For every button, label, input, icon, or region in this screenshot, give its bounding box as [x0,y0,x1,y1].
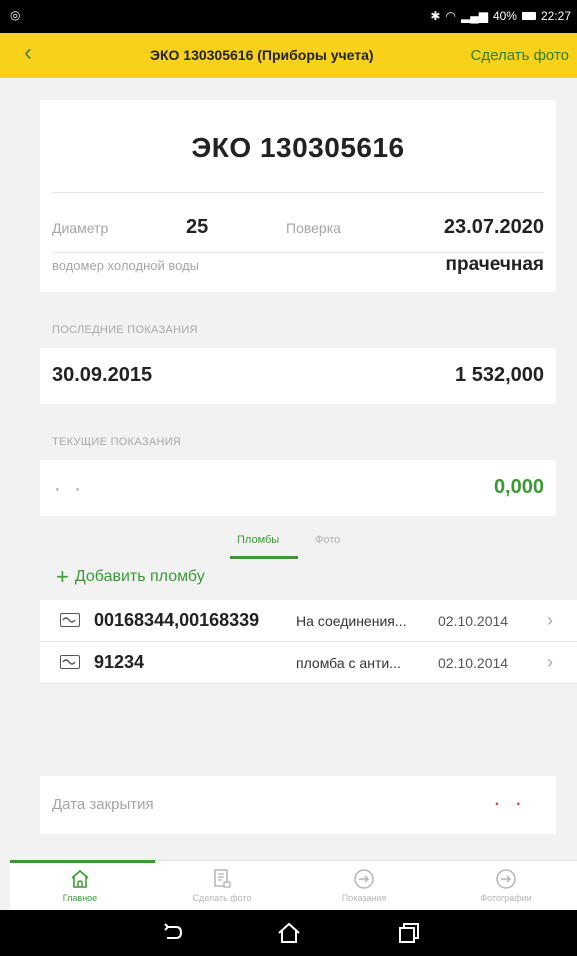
recent-apps-icon[interactable] [396,920,422,946]
seal-place: пломба с анти... [296,655,401,671]
arrow-circle-icon [496,869,516,889]
nav-take-photo[interactable]: Сделать фото [152,867,292,903]
chevron-right-icon: › [547,652,553,672]
current-reading-card[interactable]: · · 0,000 [40,460,556,516]
seal-place: На соединения... [296,613,407,629]
signal-icon: ▂▄▆ [460,9,488,23]
clock: 22:27 [540,9,571,23]
seal-icon [60,613,80,627]
verification-value: 23.07.2020 [443,216,544,238]
diameter-label: Диаметр [52,220,109,236]
system-nav-bar [0,910,577,956]
nav-indicator [10,860,155,863]
add-seal-label: Добавить пломбу [74,568,205,585]
wifi-icon: ◠ [445,9,456,23]
nav-label: Главное [62,893,98,903]
closing-date-card[interactable]: Дата закрытия · · [40,776,556,834]
bottom-nav: Главное Сделать фото Показания Фотографи… [10,860,577,910]
current-reading-value-input[interactable]: 0,000 [494,476,544,499]
main-content: ЭКО 130305616 Диаметр 25 Поверка 23.07.2… [0,78,577,860]
notification-icon: ◎ [10,8,21,22]
battery-percent: 40% [492,9,517,23]
plus-icon: + [56,564,69,589]
status-right: ✱ ◠ ▂▄▆ 40% 22:27 [430,9,571,23]
status-bar: ◎ ✱ ◠ ▂▄▆ 40% 22:27 [0,0,577,33]
nav-label: Сделать фото [192,893,252,903]
last-reading-label: ПОСЛЕДНИЕ ПОКАЗАНИЯ [52,324,198,336]
tab-seals[interactable]: Пломбы [237,534,279,546]
take-photo-button[interactable]: Сделать фото [471,47,569,64]
nav-home[interactable]: Главное [10,867,150,903]
last-reading-value: 1 532,000 [455,364,544,386]
list-item[interactable]: 00168344,00168339 На соединения... 02.10… [40,600,577,642]
tab-photo[interactable]: Фото [315,534,340,546]
closing-date-input[interactable]: · · [493,790,526,816]
seal-code: 00168344,00168339 [94,610,260,630]
last-reading-card: 30.09.2015 1 532,000 [40,348,556,404]
meter-type-label: водомер холодной воды [52,258,200,273]
arrow-circle-icon [354,869,374,889]
list-item[interactable]: 91234 пломба с анти... 02.10.2014 › [40,642,577,684]
seal-icon [60,655,80,669]
closing-date-label: Дата закрытия [52,796,154,813]
page-title: ЭКО 130305616 (Приборы учета) [150,47,374,63]
diameter-value: 25 [186,216,209,238]
home-icon[interactable] [276,920,302,946]
nav-readings[interactable]: Показания [294,867,434,903]
seal-code: 91234 [94,652,145,672]
nav-label: Показания [341,893,387,903]
nav-label: Фотографии [480,893,532,903]
chevron-right-icon: › [547,610,553,630]
device-card: ЭКО 130305616 Диаметр 25 Поверка 23.07.2… [40,100,556,292]
app-header: ‹ ЭКО 130305616 (Приборы учета) Сделать … [0,33,577,78]
nav-photos[interactable]: Фотографии [436,867,576,903]
battery-icon [521,12,536,20]
tab-bar: Пломбы Фото [0,526,577,562]
location-value: прачечная [445,254,544,275]
add-seal-button[interactable]: + Добавить пломбу [56,564,205,589]
seal-date: 02.10.2014 [438,613,509,629]
chevron-left-icon[interactable]: ‹ [24,41,32,65]
back-icon[interactable] [160,920,186,946]
seal-date: 02.10.2014 [438,655,509,671]
current-reading-label: ТЕКУЩИЕ ПОКАЗАНИЯ [52,436,182,448]
home-icon [71,869,89,888]
document-icon [214,869,231,888]
current-reading-date-input[interactable]: · · [54,478,85,501]
verification-label: Поверка [286,220,341,236]
tab-indicator [230,556,298,559]
divider [52,252,544,253]
bluetooth-icon: ✱ [430,9,441,23]
device-name: ЭКО 130305616 [191,132,405,163]
app-screen: ◎ ✱ ◠ ▂▄▆ 40% 22:27 ‹ ЭКО 130305616 (При… [0,0,577,956]
last-reading-date: 30.09.2015 [52,364,153,386]
seal-list: 00168344,00168339 На соединения... 02.10… [40,600,577,684]
divider [52,192,544,193]
